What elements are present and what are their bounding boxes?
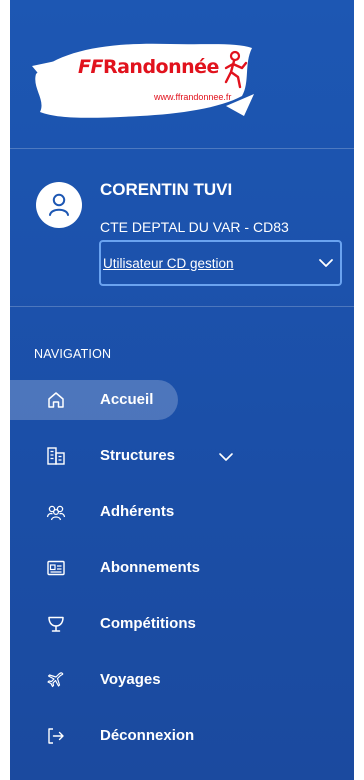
nav-heading: NAVIGATION — [34, 347, 112, 361]
chevron-down-icon — [319, 259, 333, 267]
plane-icon — [47, 672, 64, 688]
avatar[interactable] — [36, 182, 82, 228]
nav-item-label: Structures — [100, 447, 176, 464]
brand-wordmark: FFRandonnée — [78, 56, 219, 78]
user-icon — [49, 193, 69, 216]
brand-url: www.ffrandonnee.fr — [154, 92, 232, 102]
sidebar: FFRandonnée www.ffrandonnee.fr CORENTIN … — [10, 0, 354, 780]
divider — [10, 148, 354, 149]
role-select[interactable]: Utilisateur CD gestion — [99, 240, 342, 286]
user-organization: CTE DEPTAL DU VAR - CD83 — [100, 219, 289, 235]
chevron-down-icon[interactable] — [218, 450, 234, 464]
nav-item-label: Déconnexion — [100, 727, 195, 744]
trophy-icon — [48, 616, 64, 632]
id-card-icon — [47, 560, 65, 576]
divider — [10, 306, 354, 307]
nav-item-adherents[interactable]: Adhérents — [10, 492, 354, 532]
nav-item-voyages[interactable]: Voyages — [10, 660, 354, 700]
nav-item-competitions[interactable]: Compétitions — [10, 604, 354, 644]
home-icon — [48, 392, 64, 408]
buildings-icon — [47, 447, 65, 465]
users-icon — [46, 505, 66, 521]
nav-item-abonnements[interactable]: Abonnements — [10, 548, 354, 588]
hiker-icon — [224, 50, 248, 89]
nav-item-accueil[interactable]: Accueil — [10, 380, 178, 420]
nav-item-label: Compétitions — [100, 615, 196, 632]
role-select-value: Utilisateur CD gestion — [103, 255, 234, 271]
nav-item-structures[interactable]: Structures — [10, 436, 354, 476]
brand-prefix: FF — [78, 56, 103, 78]
nav-item-label: Abonnements — [100, 559, 201, 576]
nav-item-deconnexion[interactable]: Déconnexion — [10, 716, 354, 756]
nav-item-label: Accueil — [100, 391, 154, 408]
nav-item-label: Adhérents — [100, 503, 175, 520]
logout-icon — [48, 728, 64, 744]
brand-name: Randonnée — [102, 56, 219, 78]
brand-logo[interactable]: FFRandonnée www.ffrandonnee.fr — [30, 36, 254, 122]
user-name: CORENTIN TUVI — [100, 180, 233, 199]
nav-item-label: Voyages — [100, 671, 161, 688]
